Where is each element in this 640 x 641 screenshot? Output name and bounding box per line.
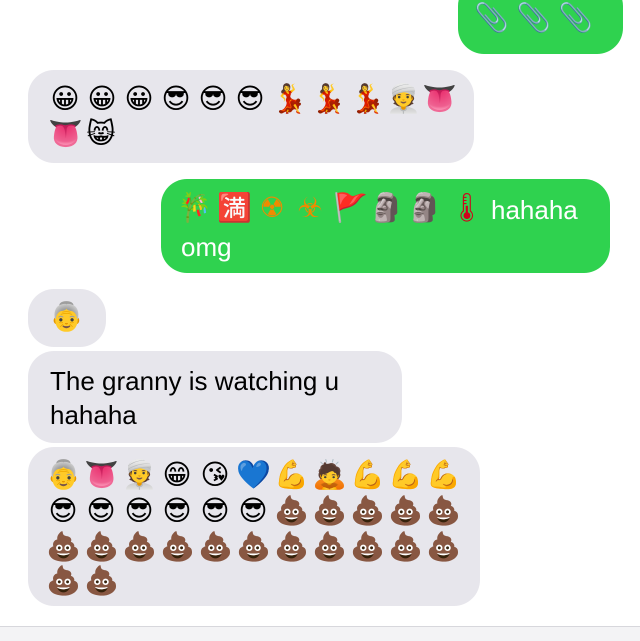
pile-of-poo-icon: 💩 <box>388 494 423 527</box>
pile-of-poo-icon: 💩 <box>84 530 119 563</box>
received-message-bubble[interactable]: The granny is watching u hahaha <box>28 351 402 443</box>
pile-of-poo-icon: 💩 <box>46 530 81 563</box>
tongue-icon: 👅 <box>48 117 83 150</box>
paperclip-icon: 📎 <box>474 1 509 34</box>
pile-of-poo-icon: 💩 <box>312 530 347 563</box>
received-message-bubble[interactable]: 😀 😀 😀 😎 😎 😎 💃 💃 💃 👳 👅 👅 😸 <box>28 70 474 163</box>
old-woman-icon: 👵 <box>49 300 84 333</box>
grimacing-face-icon: 😁 <box>162 458 192 491</box>
grinning-face-icon: 😀 <box>87 82 117 115</box>
triangular-flag-icon: 🚩 <box>333 191 368 224</box>
dancer-icon: 💃 <box>350 82 385 115</box>
moai-icon: 🗿 <box>407 191 442 224</box>
flexed-biceps-icon: 💪 <box>426 458 461 491</box>
pile-of-poo-icon: 💩 <box>274 530 309 563</box>
sunglasses-face-icon: 😎 <box>124 494 154 527</box>
biohazard-icon: ☣ <box>297 191 323 224</box>
sunglasses-face-icon: 😎 <box>238 494 268 527</box>
flexed-biceps-icon: 💪 <box>388 458 423 491</box>
turban-man-icon: 👳 <box>122 458 157 491</box>
tongue-icon: 👅 <box>422 82 457 115</box>
sent-message-bubble[interactable]: 🎋 🈵 ☢ ☣ 🚩 🗿 🗿 🌡 hahaha omg <box>161 179 610 273</box>
pile-of-poo-icon: 💩 <box>84 564 119 597</box>
message-text: The granny is watching u <box>50 366 340 396</box>
received-message-bubble[interactable]: 👵 👅 👳 😁 😘 💙 💪 🙇 💪 💪 💪 😎 😎 😎 😎 😎 😎 💩 💩 💩 … <box>28 447 480 606</box>
sent-message-bubble[interactable]: 📎 📎 📎 <box>458 0 623 54</box>
turban-man-icon: 👳 <box>386 82 421 115</box>
message-text: hahaha <box>491 195 578 225</box>
tanabata-tree-icon: 🎋 <box>177 191 212 224</box>
pile-of-poo-icon: 💩 <box>312 494 347 527</box>
paperclip-icon: 📎 <box>558 1 593 34</box>
compose-bar[interactable] <box>0 626 640 641</box>
old-woman-icon: 👵 <box>46 458 81 491</box>
moai-icon: 🗿 <box>369 191 404 224</box>
flexed-biceps-icon: 💪 <box>274 458 309 491</box>
dancer-icon: 💃 <box>272 82 307 115</box>
message-text: omg <box>181 232 232 262</box>
pile-of-poo-icon: 💩 <box>388 530 423 563</box>
sunglasses-face-icon: 😎 <box>235 82 265 115</box>
pile-of-poo-icon: 💩 <box>274 494 309 527</box>
pile-of-poo-icon: 💩 <box>198 530 233 563</box>
grinning-face-icon: 😀 <box>124 82 154 115</box>
sunglasses-face-icon: 😎 <box>162 494 192 527</box>
pile-of-poo-icon: 💩 <box>160 530 195 563</box>
pile-of-poo-icon: 💩 <box>46 564 81 597</box>
grinning-cat-icon: 😸 <box>86 117 116 150</box>
pile-of-poo-icon: 💩 <box>426 494 461 527</box>
sunglasses-face-icon: 😎 <box>198 82 228 115</box>
full-sign-icon: 🈵 <box>217 191 252 224</box>
grinning-face-icon: 😀 <box>50 82 80 115</box>
tongue-icon: 👅 <box>84 458 119 491</box>
flexed-biceps-icon: 💪 <box>350 458 385 491</box>
paperclip-icon: 📎 <box>516 1 551 34</box>
pile-of-poo-icon: 💩 <box>350 530 385 563</box>
pile-of-poo-icon: 💩 <box>122 530 157 563</box>
dancer-icon: 💃 <box>311 82 346 115</box>
kissing-face-icon: 😘 <box>200 458 230 491</box>
sunglasses-face-icon: 😎 <box>48 494 78 527</box>
sunglasses-face-icon: 😎 <box>200 494 230 527</box>
radioactive-icon: ☢ <box>259 191 285 224</box>
received-message-bubble[interactable]: 👵 <box>28 289 106 347</box>
thermometer-icon: 🌡 <box>449 191 485 224</box>
bowing-person-icon: 🙇 <box>312 458 347 491</box>
sunglasses-face-icon: 😎 <box>161 82 191 115</box>
pile-of-poo-icon: 💩 <box>350 494 385 527</box>
message-text: hahaha <box>50 400 137 430</box>
pile-of-poo-icon: 💩 <box>426 530 461 563</box>
blue-heart-icon: 💙 <box>236 458 271 491</box>
pile-of-poo-icon: 💩 <box>236 530 271 563</box>
sunglasses-face-icon: 😎 <box>86 494 116 527</box>
message-thread[interactable]: 📎 📎 📎 😀 😀 😀 😎 😎 😎 💃 💃 💃 👳 👅 👅 😸 🎋 🈵 ☢ ☣ … <box>0 0 640 641</box>
